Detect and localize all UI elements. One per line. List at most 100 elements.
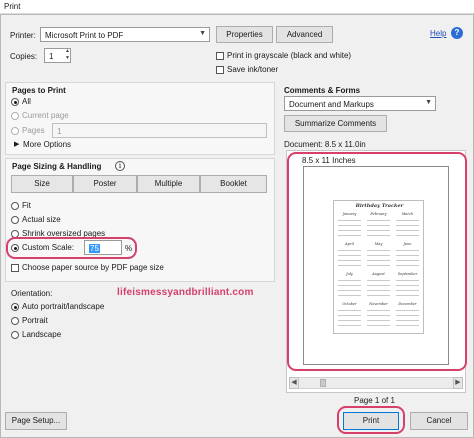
help-link[interactable]: Help [430, 29, 446, 38]
preview-ruled-line [367, 325, 390, 326]
chevron-down-icon: ▼ [199, 30, 206, 37]
more-options-link[interactable]: More Options [23, 140, 71, 149]
watermark-text: lifeismessyandbrilliant.com [117, 287, 254, 298]
document-size-label: Document: 8.5 x 11.0in [284, 140, 366, 149]
tab-multiple[interactable]: Multiple [137, 175, 200, 193]
summarize-comments-button[interactable]: Summarize Comments [284, 115, 387, 132]
preview-sheet-title: Birthday Tracker [355, 203, 404, 209]
chevron-down-icon: ▼ [425, 99, 432, 106]
preview-month-label: May [374, 242, 383, 246]
help-circle-icon[interactable]: ? [451, 27, 463, 39]
tab-multiple-label: Multiple [154, 179, 183, 188]
info-icon[interactable]: i [115, 161, 125, 171]
expand-arrow-icon[interactable]: ▶ [14, 140, 19, 148]
comments-forms-select[interactable]: Document and Markups ▼ [284, 96, 436, 111]
tab-size-label: Size [34, 179, 50, 188]
pages-range-value: 1 [57, 127, 62, 136]
preview-month-label: February [370, 212, 387, 216]
scroll-thumb[interactable] [320, 379, 326, 387]
preview-ruled-line [367, 225, 390, 226]
preview-ruled-line [367, 280, 390, 281]
preview-month-cell: March [394, 211, 421, 239]
window-title: Print [4, 2, 21, 11]
pages-range-input[interactable]: 1 [52, 123, 267, 138]
portrait-label: Portrait [22, 316, 48, 325]
preview-month-label: November [369, 302, 388, 306]
advanced-button[interactable]: Advanced [276, 26, 333, 43]
pages-range-radio[interactable] [11, 127, 19, 135]
tab-booklet-label: Booklet [220, 179, 247, 188]
preview-ruled-line [367, 310, 390, 311]
preview-ruled-line [396, 235, 419, 236]
printer-select-value: Microsoft Print to PDF [45, 31, 124, 40]
preview-month-label: December [398, 302, 417, 306]
preview-month-cell: January [336, 211, 363, 239]
preview-ruled-line [396, 290, 419, 291]
preview-month-cell: June [394, 241, 421, 269]
preview-month-label: August [372, 272, 385, 276]
orientation-title: Orientation: [11, 289, 53, 298]
preview-ruled-line [367, 230, 390, 231]
preview-month-cell: July [336, 271, 363, 299]
custom-scale-unit: % [125, 244, 133, 253]
save-ink-checkbox[interactable] [216, 66, 224, 74]
preview-ruled-line [338, 220, 361, 221]
page-sizing-title: Page Sizing & Handling [12, 162, 102, 171]
preview-ruled-line [367, 295, 390, 296]
preview-ruled-line [367, 290, 390, 291]
custom-scale-radio[interactable] [11, 244, 19, 252]
preview-ruled-line [338, 285, 361, 286]
preview-ruled-line [338, 325, 361, 326]
preview-month-cell: February [365, 211, 392, 239]
print-button[interactable]: Print [343, 412, 399, 430]
preview-ruled-line [367, 260, 390, 261]
fit-radio[interactable] [11, 202, 19, 210]
page-indicator: Page 1 of 1 [354, 396, 395, 405]
preview-scrollbar[interactable] [289, 377, 463, 389]
preview-ruled-line [396, 310, 419, 311]
preview-ruled-line [367, 285, 390, 286]
preview-month-label: September [397, 272, 418, 276]
preview-ruled-line [367, 250, 390, 251]
preview-ruled-line [338, 235, 361, 236]
preview-printable: Birthday Tracker January February March Apr… [333, 200, 424, 334]
current-page-label: Current page [22, 111, 69, 120]
printer-label: Printer: [10, 31, 36, 40]
all-pages-radio[interactable] [11, 98, 19, 106]
all-pages-label: All [22, 97, 31, 106]
preview-ruled-line [396, 320, 419, 321]
preview-ruled-line [396, 265, 419, 266]
portrait-radio[interactable] [11, 317, 19, 325]
preview-ruled-line [396, 255, 419, 256]
fit-label: Fit [22, 201, 31, 210]
custom-scale-input[interactable]: 75 [84, 240, 122, 255]
paper-source-checkbox[interactable] [11, 264, 19, 272]
pages-to-print-title: Pages to Print [12, 86, 66, 95]
scroll-left-icon[interactable]: ◀ [289, 377, 299, 389]
save-ink-label: Save ink/toner [227, 65, 279, 74]
comments-forms-value: Document and Markups [289, 100, 374, 109]
page-setup-button[interactable]: Page Setup... [5, 412, 67, 430]
copies-stepper[interactable]: ▲ ▼ [63, 48, 72, 63]
preview-ruled-line [338, 290, 361, 291]
printer-select[interactable]: Microsoft Print to PDF ▼ [40, 27, 210, 42]
properties-button[interactable]: Properties [216, 26, 273, 43]
preview-month-cell: October [336, 301, 363, 329]
current-page-radio[interactable] [11, 112, 19, 120]
preview-ruled-line [338, 295, 361, 296]
actual-size-label: Actual size [22, 215, 61, 224]
scroll-right-icon[interactable]: ▶ [453, 377, 463, 389]
auto-orientation-radio[interactable] [11, 303, 19, 311]
grayscale-checkbox[interactable] [216, 52, 224, 60]
preview-month-cell: November [365, 301, 392, 329]
cancel-button[interactable]: Cancel [410, 412, 468, 430]
preview-ruled-line [338, 250, 361, 251]
tab-size[interactable]: Size [11, 175, 73, 193]
landscape-radio[interactable] [11, 331, 19, 339]
tab-booklet[interactable]: Booklet [200, 175, 267, 193]
tab-poster[interactable]: Poster [73, 175, 137, 193]
preview-ruled-line [338, 280, 361, 281]
preview-ruled-line [338, 230, 361, 231]
preview-ruled-line [396, 230, 419, 231]
actual-size-radio[interactable] [11, 216, 19, 224]
